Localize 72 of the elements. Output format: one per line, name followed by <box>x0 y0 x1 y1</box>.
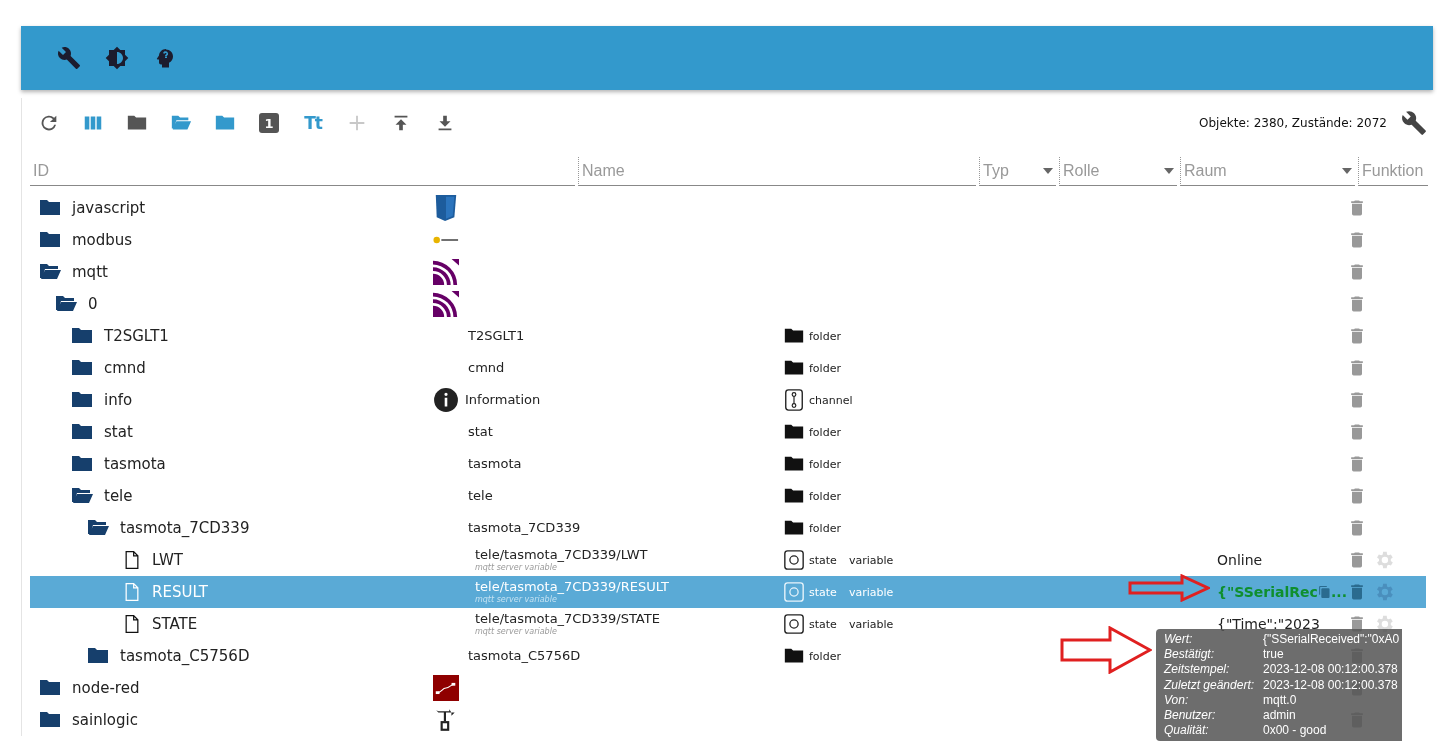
object-id: info <box>104 391 133 409</box>
object-type: state <box>809 553 837 567</box>
tooltip-label: Zuletzt geändert: <box>1164 677 1256 693</box>
number-button[interactable]: 1 <box>259 113 279 133</box>
object-type: channel <box>809 393 853 407</box>
object-id: sainlogic <box>72 711 138 729</box>
tooltip-label: Von: <box>1164 692 1190 708</box>
tooltip-value: 2023-12-08 00:12:00.378 <box>1263 677 1398 693</box>
state-value: {"Time":"2023 <box>1217 616 1320 632</box>
object-id: LWT <box>152 551 183 569</box>
tooltip-label: Wert: <box>1164 632 1194 648</box>
tooltip-label: Qualität: <box>1164 723 1210 739</box>
filter-field[interactable]: Funktion <box>1358 157 1428 186</box>
object-name: Information <box>465 392 541 408</box>
filter-dropdown[interactable]: Raum <box>1180 157 1355 186</box>
object-name: tasmota_C5756D <box>468 648 581 664</box>
object-type: folder <box>809 521 841 535</box>
object-type: folder <box>809 425 841 439</box>
object-name: tele/tasmota_7CD339/LWT <box>475 547 648 563</box>
object-id: cmnd <box>104 359 146 377</box>
object-name: tasmota_7CD339 <box>468 520 581 536</box>
object-id: STATE <box>152 615 198 633</box>
tooltip-value: mqtt.0 <box>1263 692 1297 708</box>
ellipsis: ... <box>1331 584 1347 600</box>
object-type: state <box>809 585 837 599</box>
object-role: variable <box>848 553 894 567</box>
object-type: folder <box>809 489 841 503</box>
object-id: modbus <box>72 231 133 249</box>
tooltip-value: true <box>1263 647 1284 663</box>
object-description: mqtt server variable <box>475 563 558 573</box>
object-name: tele <box>468 488 493 504</box>
tooltip-value: admin <box>1263 708 1296 724</box>
object-id: RESULT <box>152 583 208 601</box>
state-value: {"SSerialRec <box>1217 584 1318 600</box>
object-role: variable <box>848 585 894 599</box>
filter-field[interactable]: Name <box>578 157 976 186</box>
object-type: folder <box>809 457 841 471</box>
object-description: mqtt server variable <box>475 595 558 605</box>
object-id: tele <box>104 487 133 505</box>
object-type: folder <box>809 361 841 375</box>
state-value: Online <box>1217 552 1263 568</box>
object-role: variable <box>848 617 894 631</box>
filter-dropdown[interactable]: Rolle <box>1059 157 1177 186</box>
object-name: tasmota <box>468 456 522 472</box>
object-name: tele/tasmota_7CD339/RESULT <box>475 579 670 595</box>
object-name: stat <box>468 424 493 440</box>
tooltip-label: Zeitstempel: <box>1164 662 1231 678</box>
object-id: T2SGLT1 <box>104 327 169 345</box>
object-id: javascript <box>72 199 146 217</box>
object-id: tasmota_7CD339 <box>120 519 250 537</box>
object-id: tasmota <box>104 455 166 473</box>
tooltip-label: Benutzer: <box>1164 708 1217 724</box>
object-id: node-red <box>72 679 140 697</box>
tooltip-value: 2023-12-08 00:12:00.378 <box>1263 662 1398 678</box>
object-id: tasmota_C5756D <box>120 647 250 665</box>
object-description: mqtt server variable <box>475 627 558 637</box>
object-type: state <box>809 617 837 631</box>
filter-field[interactable]: ID <box>30 157 575 186</box>
object-counts: Objekte: 2380, Zustände: 2072 <box>1199 116 1387 130</box>
object-name: cmnd <box>468 360 505 376</box>
text-size-button[interactable]: Tt <box>298 108 328 138</box>
object-id: mqtt <box>72 263 108 281</box>
object-name: T2SGLT1 <box>468 328 525 344</box>
object-name: tele/tasmota_7CD339/STATE <box>475 611 660 627</box>
object-id: 0 <box>88 295 98 313</box>
object-type: folder <box>809 649 841 663</box>
filter-dropdown[interactable]: Typ <box>979 157 1056 186</box>
tooltip-label: Bestätigt: <box>1164 647 1216 663</box>
tooltip-value: 0x00 - good <box>1263 723 1327 739</box>
object-type: folder <box>809 329 841 343</box>
tooltip-value: {"SSerialReceived":"0xA0 <box>1263 632 1400 648</box>
object-id: stat <box>104 423 133 441</box>
